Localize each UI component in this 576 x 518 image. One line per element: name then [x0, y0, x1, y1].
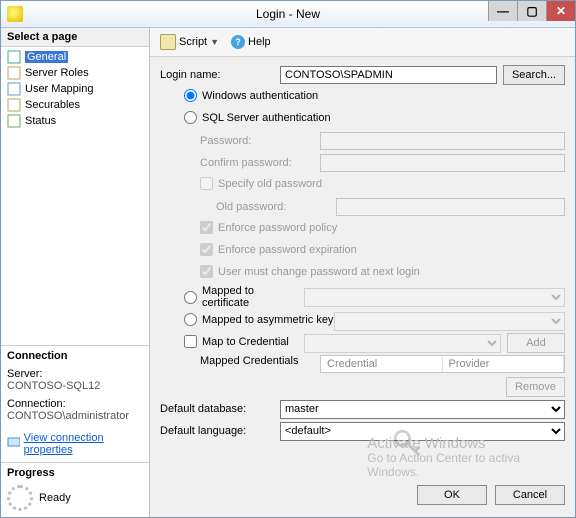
page-icon — [7, 50, 21, 64]
connection-name: CONTOSO\administrator — [7, 410, 143, 422]
page-status[interactable]: Status — [1, 113, 149, 129]
sidebar: Select a page General Server Roles User … — [1, 28, 150, 517]
page-user-mapping[interactable]: User Mapping — [1, 81, 149, 97]
page-server-roles[interactable]: Server Roles — [1, 65, 149, 81]
old-password-input — [336, 198, 565, 216]
enforce-policy-check: Enforce password policy — [200, 221, 337, 234]
content-pane: Script ▼ ? Help Login name: Search... — [150, 28, 575, 517]
windows-auth-radio[interactable]: Windows authentication — [184, 89, 318, 102]
help-button[interactable]: ? Help — [227, 33, 275, 51]
script-button[interactable]: Script ▼ — [156, 32, 223, 52]
script-icon — [160, 34, 176, 50]
mapped-asymkey-radio[interactable]: Mapped to asymmetric key — [184, 313, 333, 326]
page-icon — [7, 98, 21, 112]
default-database-select[interactable]: master — [280, 400, 565, 419]
asymkey-select — [334, 312, 565, 331]
titlebar: Login - New — ▢ ✕ — [1, 1, 575, 28]
help-icon: ? — [231, 35, 245, 49]
add-button: Add — [507, 333, 565, 353]
close-button[interactable]: ✕ — [546, 1, 575, 21]
search-button[interactable]: Search... — [503, 65, 565, 85]
default-language-select[interactable]: <default> — [280, 422, 565, 441]
page-icon — [7, 82, 21, 96]
mapped-certificate-radio[interactable]: Mapped to certificate — [184, 285, 304, 309]
remove-button: Remove — [506, 377, 565, 397]
mapped-credentials-list: CredentialProvider — [320, 355, 565, 373]
specify-old-password-check: Specify old password — [200, 177, 322, 190]
credential-select — [304, 334, 501, 353]
map-credential-check[interactable]: Map to Credential — [184, 335, 289, 348]
connection-panel: Connection Server: CONTOSO-SQL12 Connect… — [1, 345, 149, 462]
select-page-header: Select a page — [1, 28, 149, 47]
properties-icon — [7, 435, 20, 449]
enforce-expiration-check: Enforce password expiration — [200, 243, 357, 256]
sql-auth-radio[interactable]: SQL Server authentication — [184, 111, 331, 124]
page-general[interactable]: General — [1, 49, 149, 65]
progress-spinner-icon — [7, 485, 33, 511]
page-icon — [7, 114, 21, 128]
maximize-button[interactable]: ▢ — [517, 1, 546, 21]
password-input — [320, 132, 565, 150]
page-icon — [7, 66, 21, 80]
cancel-button[interactable]: Cancel — [495, 485, 565, 505]
page-securables[interactable]: Securables — [1, 97, 149, 113]
server-name: CONTOSO-SQL12 — [7, 380, 143, 392]
chevron-down-icon: ▼ — [210, 37, 219, 47]
progress-status: Ready — [39, 492, 71, 504]
progress-panel: Progress Ready — [1, 462, 149, 517]
login-name-label: Login name: — [160, 69, 280, 81]
minimize-button[interactable]: — — [488, 1, 517, 21]
login-dialog: Login - New — ▢ ✕ Select a page General … — [0, 0, 576, 518]
login-name-input[interactable] — [280, 66, 497, 84]
certificate-select — [304, 288, 565, 307]
view-connection-properties-link[interactable]: View connection properties — [24, 432, 143, 456]
ok-button[interactable]: OK — [417, 485, 487, 505]
confirm-password-input — [320, 154, 565, 172]
must-change-pw-check: User must change password at next login — [200, 265, 420, 278]
